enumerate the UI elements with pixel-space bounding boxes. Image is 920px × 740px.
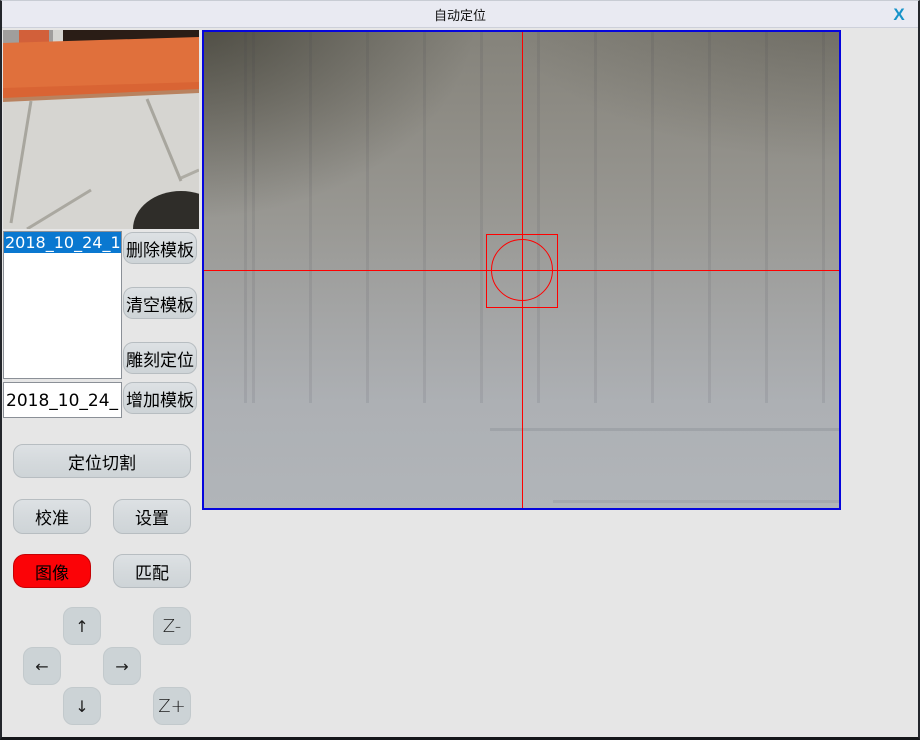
position-cut-button[interactable]: 定位切割 bbox=[13, 444, 191, 478]
move-right-button[interactable]: → bbox=[103, 647, 141, 685]
close-icon: X bbox=[893, 6, 904, 23]
ceiling-grid-line bbox=[490, 428, 839, 431]
template-list-item[interactable]: 2018_10_24_11 bbox=[4, 232, 121, 253]
match-button[interactable]: 匹配 bbox=[113, 554, 191, 588]
image-button[interactable]: 图像 bbox=[13, 554, 91, 588]
add-template-button[interactable]: 增加模板 bbox=[123, 382, 197, 414]
ceiling-grid-line bbox=[553, 500, 839, 503]
titlebar: 自动定位 X bbox=[2, 1, 918, 28]
z-plus-button[interactable]: Z+ bbox=[153, 687, 191, 725]
settings-button[interactable]: 设置 bbox=[113, 499, 191, 534]
move-down-button[interactable]: ↓ bbox=[63, 687, 101, 725]
auto-position-dialog: 自动定位 X 2018_10_24_11 删除模板 清空模板 雕刻定位 增加模板 bbox=[0, 0, 920, 740]
engrave-position-button[interactable]: 雕刻定位 bbox=[123, 342, 197, 374]
move-left-button[interactable]: ← bbox=[23, 647, 61, 685]
z-minus-button[interactable]: Z- bbox=[153, 607, 191, 645]
delete-template-button[interactable]: 删除模板 bbox=[123, 232, 197, 264]
close-button[interactable]: X bbox=[886, 3, 912, 26]
target-circle-overlay bbox=[491, 239, 553, 301]
template-preview-image bbox=[3, 30, 199, 229]
template-name-input[interactable] bbox=[3, 382, 122, 418]
template-list[interactable]: 2018_10_24_11 bbox=[3, 231, 122, 379]
camera-view[interactable] bbox=[202, 30, 841, 510]
dialog-title: 自动定位 bbox=[434, 5, 486, 24]
template-preview-art bbox=[3, 30, 199, 229]
clear-templates-button[interactable]: 清空模板 bbox=[123, 287, 197, 319]
move-up-button[interactable]: ↑ bbox=[63, 607, 101, 645]
calibrate-button[interactable]: 校准 bbox=[13, 499, 91, 534]
